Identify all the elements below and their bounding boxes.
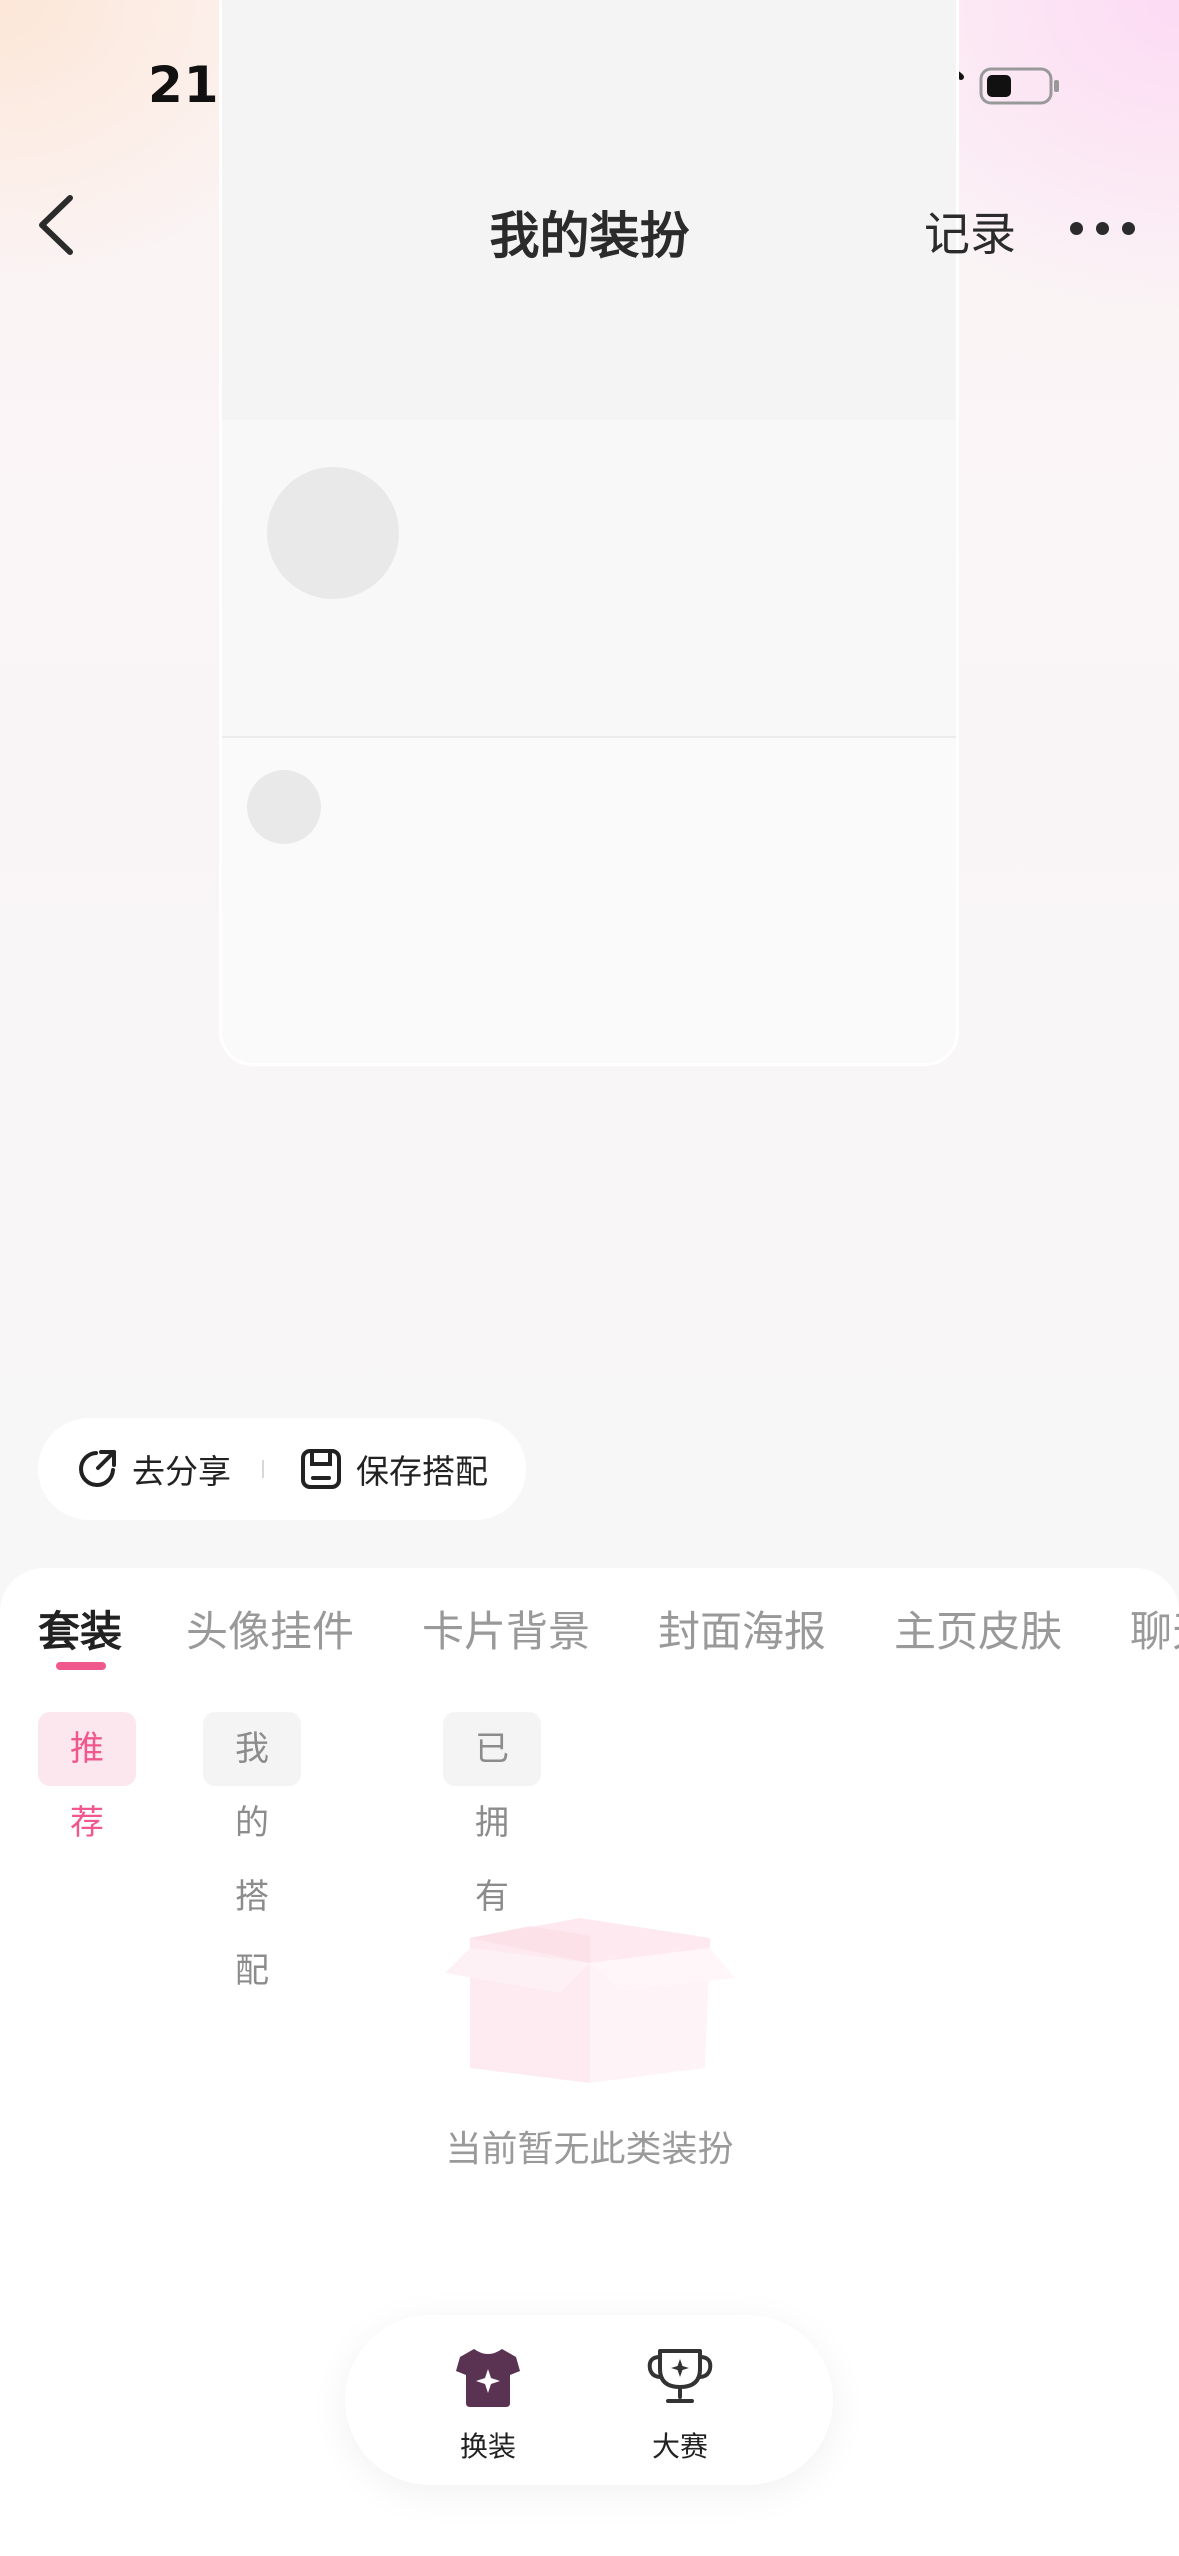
trophy-icon: [647, 2349, 713, 2403]
bottom-nav-contest-label: 大赛: [651, 2430, 708, 2463]
save-outfit-label: 保存搭配: [356, 1452, 488, 1491]
bottom-nav-contest[interactable]: 大赛: [610, 2315, 750, 2485]
preview-small-avatar-placeholder: [247, 770, 321, 844]
bottom-nav-outfit[interactable]: 换装: [418, 2315, 558, 2485]
outfit-preview-card: [219, 0, 959, 1066]
empty-box-icon: [445, 1918, 735, 2083]
chip-recommended[interactable]: 推荐: [38, 1712, 136, 1843]
tab-card-background[interactable]: 卡片背景: [422, 1598, 590, 1659]
chip-owned[interactable]: 已拥有: [443, 1712, 541, 1917]
empty-state-text: 当前暂无此类装扮: [445, 2129, 734, 2170]
tab-avatar-pendant[interactable]: 头像挂件: [186, 1598, 354, 1659]
action-divider: [262, 1460, 264, 1478]
chip-my-outfits[interactable]: 我的搭配: [203, 1712, 301, 1991]
preview-avatar-placeholder: [267, 467, 399, 599]
tab-suit[interactable]: 套装: [38, 1598, 122, 1659]
action-pill: 去分享 保存搭配: [38, 1418, 526, 1520]
save-icon: [301, 1449, 341, 1489]
tab-chat[interactable]: 聊天: [1130, 1598, 1179, 1659]
record-button[interactable]: 记录: [924, 198, 1016, 264]
outfit-icon: [456, 2349, 520, 2407]
save-outfit-button[interactable]: 保存搭配: [300, 1418, 488, 1520]
share-label: 去分享: [132, 1452, 231, 1491]
bottom-nav: 换装 大赛: [345, 2315, 833, 2485]
active-tab-indicator: [56, 1662, 106, 1670]
share-icon: [79, 1450, 116, 1487]
more-options-icon[interactable]: [1068, 212, 1138, 242]
share-button[interactable]: 去分享: [76, 1418, 231, 1520]
tab-cover-poster[interactable]: 封面海报: [658, 1598, 826, 1659]
battery-icon: [979, 67, 1059, 105]
tab-homepage-skin[interactable]: 主页皮肤: [894, 1598, 1062, 1659]
bottom-nav-outfit-label: 换装: [459, 2430, 516, 2463]
